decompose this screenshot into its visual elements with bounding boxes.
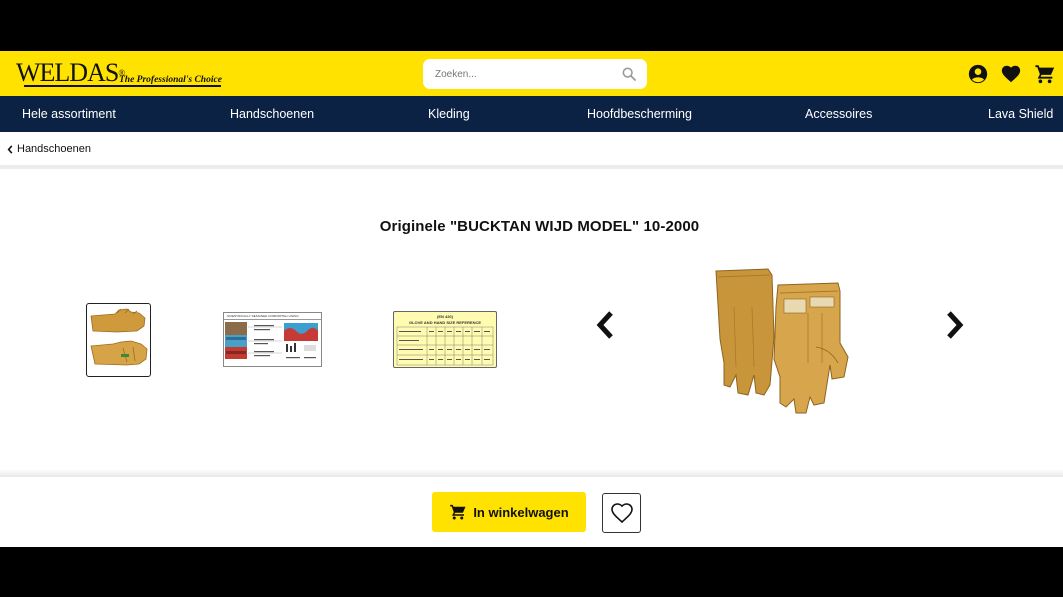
add-to-cart-label: In winkelwagen: [473, 504, 569, 520]
nav-item-hele-assortiment[interactable]: Hele assortiment: [22, 96, 116, 132]
thumbnail-lining-diagram[interactable]: SCIENTIFICALLY DESIGNED COMFORTflex LINI…: [223, 312, 322, 367]
breadcrumb-back-link[interactable]: Handschoenen: [7, 142, 91, 156]
thumbnail-glove-photo[interactable]: [86, 303, 151, 377]
thumbnail-size-chart[interactable]: (EN 420) GLOVE AND HAND SIZE REFERENCE: [393, 311, 497, 368]
logo-text: WELDAS: [16, 58, 119, 87]
cart-icon[interactable]: [1034, 63, 1056, 85]
heart-outline-icon: [610, 503, 633, 524]
add-to-cart-button[interactable]: In winkelwagen: [432, 492, 586, 532]
nav-item-handschoenen[interactable]: Handschoenen: [230, 96, 314, 132]
main-nav: Hele assortiment Handschoenen Kleding Ho…: [0, 96, 1063, 132]
product-main-image: [715, 268, 849, 414]
nav-item-hoofdbescherming[interactable]: Hoofdbescherming: [587, 96, 692, 132]
search-icon[interactable]: [621, 66, 637, 82]
nav-item-lava-shield[interactable]: Lava Shield: [988, 96, 1053, 132]
bottom-bar-shadow: [0, 469, 1063, 477]
carousel-prev-icon[interactable]: [594, 310, 616, 340]
chevron-left-icon: [7, 144, 13, 154]
carousel-next-icon[interactable]: [944, 310, 966, 340]
page: WELDAS® The Professional's Choice Hele: [0, 51, 1063, 547]
action-bar: In winkelwagen: [0, 477, 1063, 547]
breadcrumb-label: Handschoenen: [17, 143, 92, 155]
search-input[interactable]: [435, 65, 610, 83]
search-box: [423, 59, 647, 89]
add-to-wishlist-button[interactable]: [602, 493, 641, 533]
size-chart-table-image: [396, 326, 494, 366]
lining-diagram-image: [224, 319, 321, 359]
account-icon[interactable]: [967, 63, 989, 85]
site-header: WELDAS® The Professional's Choice: [0, 51, 1063, 96]
logo-underline: [24, 85, 221, 87]
nav-item-kleding[interactable]: Kleding: [428, 96, 470, 132]
thumbnail-lining-caption: SCIENTIFICALLY DESIGNED COMFORTflex LINI…: [227, 314, 299, 318]
logo-tagline: The Professional's Choice: [119, 75, 222, 85]
weldas-logo[interactable]: WELDAS® The Professional's Choice: [16, 60, 226, 90]
breadcrumb-divider: [0, 165, 1063, 169]
nav-item-accessoires[interactable]: Accessoires: [805, 96, 872, 132]
glove-thumbnail-image: [90, 308, 148, 366]
product-title: Originele "BUCKTAN WIJD MODEL" 10-2000: [379, 218, 700, 235]
heart-icon[interactable]: [1000, 63, 1022, 85]
cart-icon: [450, 504, 466, 520]
